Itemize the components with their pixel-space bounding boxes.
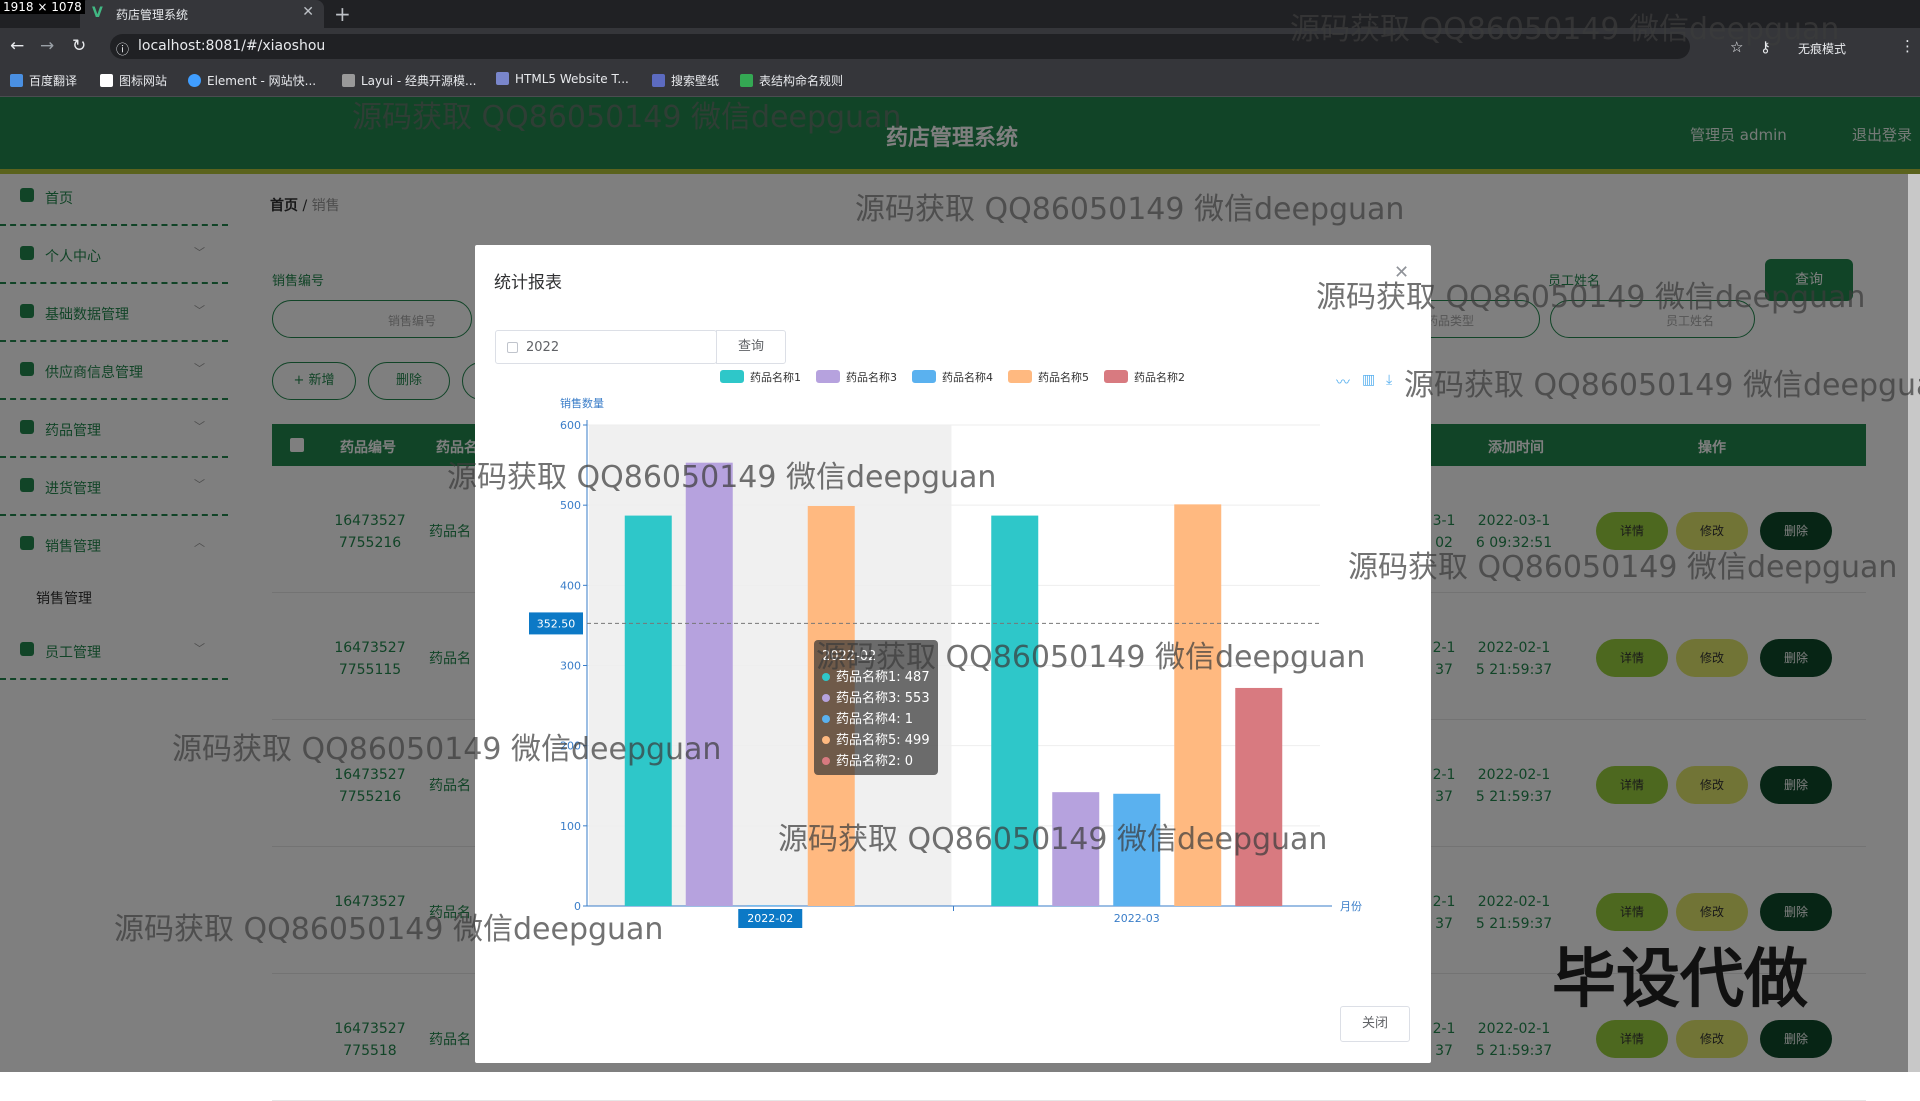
legend-label-药品名称3: 药品名称3: [846, 370, 897, 384]
y-axis-label: 销售数量: [560, 396, 604, 410]
axis-pointer-label: 352.50: [537, 617, 576, 630]
tooltip-row: 药品名称4: 1: [822, 709, 930, 730]
y-tick-label: 600: [560, 419, 581, 432]
dimensions-badge: 1918 × 1078: [0, 0, 85, 14]
tooltip-row: 药品名称5: 499: [822, 730, 930, 751]
vue-logo-icon: V: [92, 5, 103, 21]
bookmark-4[interactable]: HTML5 Website T...: [496, 72, 629, 86]
year-picker[interactable]: 2022: [495, 330, 717, 364]
new-tab-icon[interactable]: +: [334, 2, 351, 26]
bar-药品名称4-2022-02: [746, 905, 794, 906]
sales-bar-chart: 0 100 200 300 400 500 600 销售数量月份 2022-02 2022-03 3…: [529, 370, 1362, 928]
legend-swatch-药品名称2: [1104, 370, 1128, 383]
browser-tab[interactable]: V 药店管理系统 ✕: [80, 0, 324, 28]
y-tick-label: 100: [560, 820, 581, 833]
legend-label-药品名称1: 药品名称1: [750, 370, 801, 384]
forward-icon[interactable]: →: [40, 36, 54, 56]
url-box[interactable]: [110, 34, 1690, 59]
promo-stamp: 毕设代做: [1552, 943, 1808, 1017]
tab-close-icon[interactable]: ✕: [302, 4, 314, 20]
x-axis-label: 月份: [1340, 900, 1362, 913]
y-tick-label: 200: [560, 740, 581, 753]
reload-icon[interactable]: ↻: [72, 36, 86, 56]
tooltip-dot: [822, 757, 830, 765]
tab-title: 药店管理系统: [116, 8, 189, 22]
bar-药品名称4-2022-03: [1113, 793, 1161, 906]
legend-label-药品名称4: 药品名称4: [942, 370, 993, 384]
legend-swatch-药品名称3: [816, 370, 840, 383]
key-icon[interactable]: ⚷: [1760, 38, 1771, 56]
bookmark-2[interactable]: Element - 网站快...: [188, 72, 316, 89]
modal-close-button[interactable]: 关闭: [1340, 1006, 1410, 1042]
legend-swatch-药品名称5: [1008, 370, 1032, 383]
incognito-label[interactable]: 无痕模式: [1798, 40, 1846, 57]
bar-药品名称1-2022-02: [624, 515, 672, 906]
tooltip-title: 2022-02: [822, 649, 877, 664]
bar-药品名称3-2022-03: [1052, 792, 1100, 906]
url-text[interactable]: localhost:8081/#/xiaoshou: [138, 38, 325, 54]
calendar-icon: [507, 342, 518, 353]
tooltip-dot: [822, 736, 830, 744]
bookmark-6[interactable]: 表结构命名规则: [740, 72, 843, 89]
y-tick-label: 400: [560, 579, 581, 592]
legend-label-药品名称2: 药品名称2: [1134, 370, 1185, 384]
close-icon[interactable]: ✕: [1394, 262, 1409, 283]
tooltip-dot: [822, 694, 830, 702]
y-tick-label: 300: [560, 660, 581, 673]
info-icon[interactable]: ⓘ: [116, 39, 129, 58]
chart-tooltip: 2022-02 药品名称1: 487 药品名称3: 553 药品名称4: 1 药品名称5…: [814, 640, 938, 775]
bookmark-3[interactable]: Layui - 经典开源模...: [342, 72, 476, 89]
legend-swatch-药品名称4: [912, 370, 936, 383]
star-icon[interactable]: ☆: [1730, 38, 1743, 56]
modal-query-button[interactable]: 查询: [716, 330, 786, 364]
bar-药品名称1-2022-03: [991, 515, 1039, 906]
y-tick-label: 0: [574, 900, 581, 913]
legend-label-药品名称5: 药品名称5: [1038, 370, 1089, 384]
legend-swatch-药品名称1: [720, 370, 744, 383]
back-icon[interactable]: ←: [10, 36, 24, 56]
bookmark-1[interactable]: 图标网站: [100, 72, 167, 89]
y-tick-label: 500: [560, 499, 581, 512]
tooltip-row: 药品名称3: 553: [822, 688, 930, 709]
bookmark-0[interactable]: 百度翻译: [10, 72, 77, 89]
tooltip-dot: [822, 715, 830, 723]
tooltip-row: 药品名称2: 0: [822, 751, 930, 772]
tooltip-dot: [822, 673, 830, 681]
menu-icon[interactable]: ⋮: [1900, 37, 1915, 55]
x-tick-label: 2022-03: [1114, 912, 1160, 925]
bar-药品名称3-2022-02: [685, 462, 733, 906]
x-tick-label: 2022-02: [747, 912, 793, 925]
bar-药品名称2-2022-03: [1235, 687, 1283, 906]
tooltip-row: 药品名称1: 487: [822, 667, 930, 688]
scrollbar[interactable]: [1908, 174, 1920, 1072]
bar-药品名称5-2022-03: [1174, 504, 1222, 906]
modal-title: 统计报表: [494, 273, 562, 293]
bookmark-5[interactable]: 搜索壁纸: [652, 72, 719, 89]
